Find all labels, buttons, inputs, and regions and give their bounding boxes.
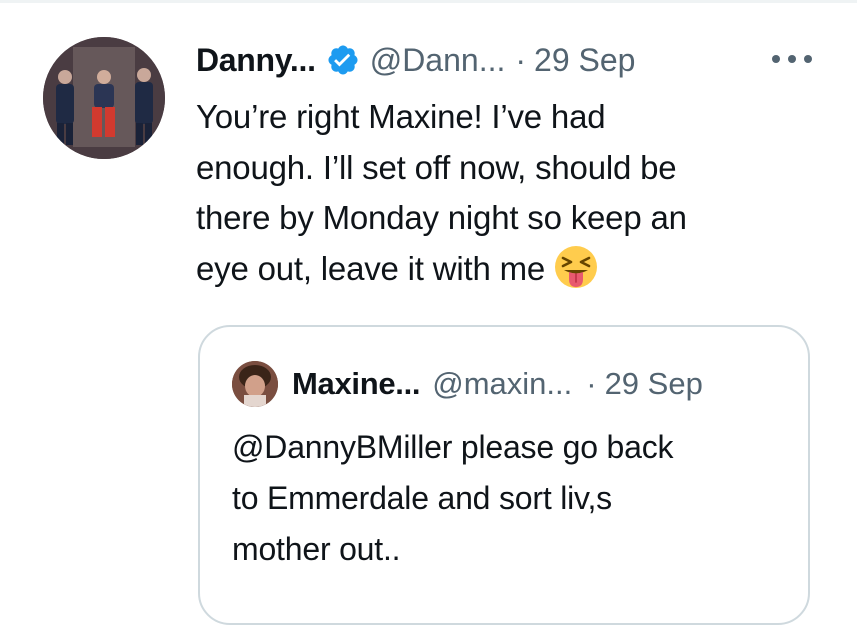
- tweet-text-line: You’re right Maxine! I’ve had: [196, 98, 606, 135]
- tweet-text-line: there by Monday night so keep an: [196, 199, 687, 237]
- tweet-date[interactable]: 29 Sep: [534, 42, 635, 78]
- quoted-tweet-text-line: mother out..: [232, 531, 401, 567]
- meta-separator: ·: [515, 41, 527, 78]
- quoted-author-handle[interactable]: @maxin...: [432, 366, 572, 401]
- quoted-tweet-text-line: @DannyBMiller please go back: [232, 429, 674, 465]
- quoted-author-avatar[interactable]: [232, 361, 278, 407]
- author-name[interactable]: Danny...: [196, 42, 316, 79]
- tweet-meta: @Dann... · 29 Sep: [370, 42, 636, 79]
- quoted-author-name[interactable]: Maxine...: [292, 366, 421, 402]
- more-options-icon-dot: [804, 55, 812, 63]
- tweet-text-line: enough. I’ll set off now, should be: [196, 148, 677, 186]
- avatar-photo: [43, 37, 165, 159]
- quoted-tweet-text-line: to Emmerdale and sort liv,s: [232, 480, 612, 516]
- quoted-tweet-header: Maxine... @maxin... · 29 Sep: [292, 361, 703, 407]
- quoted-tweet[interactable]: Maxine... @maxin... · 29 Sep @DannyBMiller…: [198, 325, 810, 625]
- tweet-text-line-content: eye out, leave it with me: [196, 250, 546, 288]
- tweet-text: You’re right Maxine! I’ve had enough. I’…: [196, 92, 796, 295]
- tweet-header: Danny... @Dann... · 29 Sep: [196, 36, 635, 84]
- quoted-tweet-meta: @maxin... · 29 Sep: [432, 366, 703, 402]
- verified-badge-icon: [326, 43, 360, 77]
- tweet[interactable]: Danny... @Dann... · 29 Sep You’re right Ma…: [0, 0, 857, 625]
- more-options-button[interactable]: [772, 44, 812, 74]
- more-options-icon-dot: [788, 55, 796, 63]
- author-handle[interactable]: @Dann...: [370, 42, 506, 78]
- author-avatar[interactable]: [43, 37, 165, 159]
- tweet-text-line-last: eye out, leave it with me: [196, 244, 796, 295]
- quoted-avatar-photo: [232, 361, 278, 407]
- quoted-meta-separator: ·: [586, 366, 597, 401]
- squinting-face-with-tongue-emoji-icon: [553, 244, 599, 290]
- more-options-icon-dot: [772, 55, 780, 63]
- quoted-tweet-text: @DannyBMiller please go back to Emmerdal…: [232, 422, 792, 575]
- quoted-tweet-date[interactable]: 29 Sep: [605, 366, 703, 401]
